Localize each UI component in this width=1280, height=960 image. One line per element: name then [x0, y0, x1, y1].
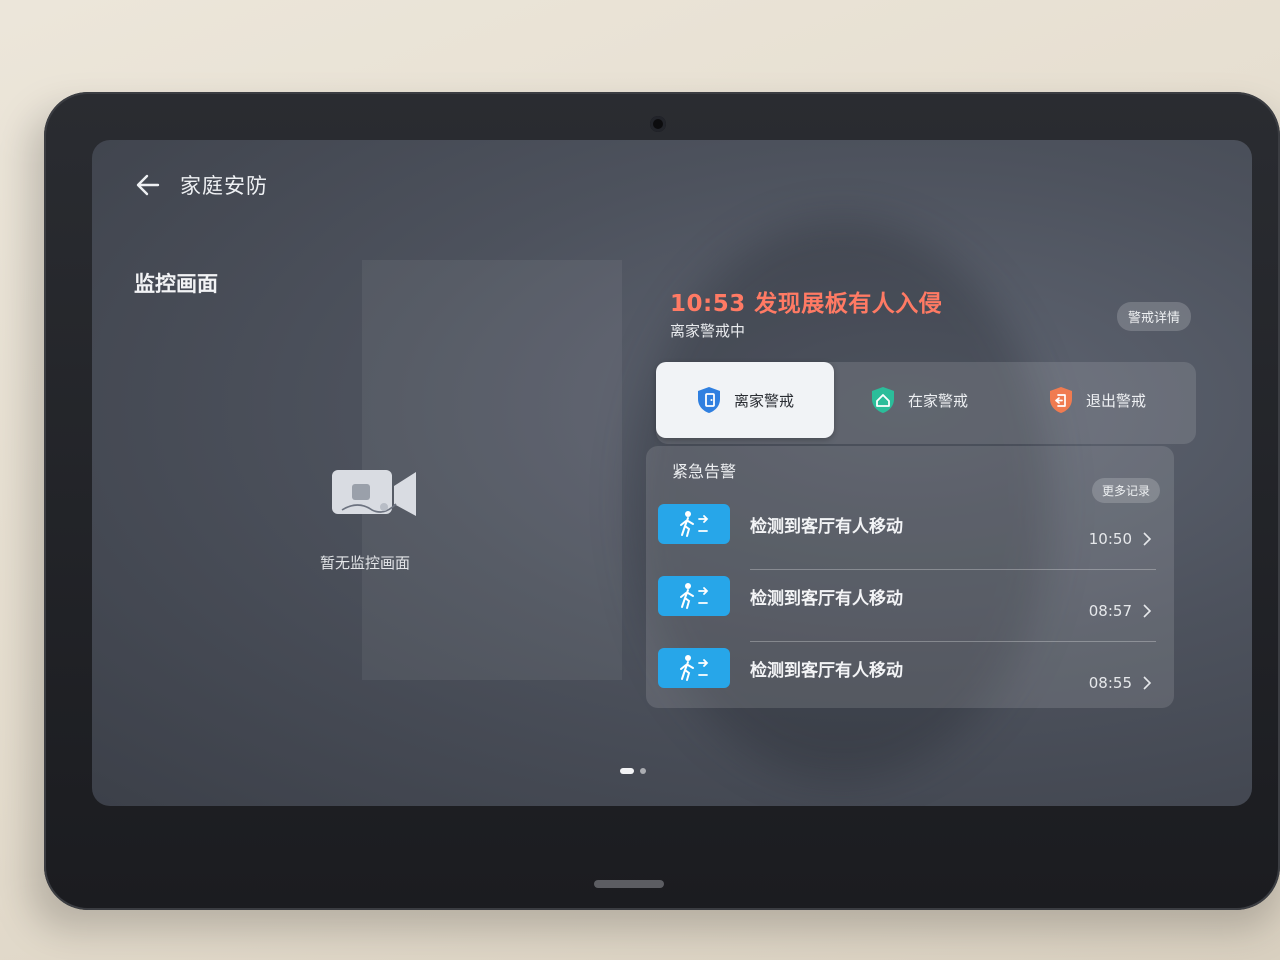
alert-list-item[interactable]: 检测到客厅有人移动 08:57	[658, 570, 1168, 642]
alert-title: 10:53 发现展板有人入侵	[670, 291, 943, 317]
alert-time: 08:57	[1088, 602, 1132, 620]
chevron-right-icon	[1140, 602, 1154, 620]
alert-text: 检测到客厅有人移动	[750, 661, 903, 681]
page-title: 家庭安防	[180, 174, 268, 198]
page-dot-active[interactable]	[620, 768, 634, 774]
page-dot[interactable]	[640, 768, 646, 774]
person-walking-icon	[658, 648, 730, 688]
mode-away-button[interactable]: 离家警戒	[656, 362, 834, 438]
shield-exit-icon	[696, 386, 722, 414]
page-indicator	[620, 768, 646, 774]
top-bar: 家庭安防	[134, 170, 268, 200]
alert-list-item[interactable]: 检测到客厅有人移动 10:50	[658, 498, 1168, 570]
alert-text: 检测到客厅有人移动	[750, 517, 903, 537]
video-camera-off-icon	[324, 460, 424, 530]
alert-time: 10:50	[1088, 530, 1132, 548]
mode-label: 退出警戒	[1086, 391, 1147, 410]
mode-label: 离家警戒	[733, 391, 794, 410]
empty-monitor-text: 暂无监控画面	[320, 554, 411, 572]
arrow-left-icon[interactable]	[134, 171, 162, 199]
chevron-right-icon	[1140, 674, 1154, 692]
shield-home-icon	[870, 386, 896, 414]
mode-home-button[interactable]: 在家警戒	[870, 362, 968, 438]
monitor-section-title: 监控画面	[134, 272, 218, 296]
chevron-right-icon	[1140, 530, 1154, 548]
alert-text: 检测到客厅有人移动	[750, 589, 903, 609]
emergency-alerts-card: 紧急告警 更多记录 检测到客厅有人移动 10:50 检测到客厅有人移动 08:5…	[646, 446, 1174, 708]
mode-label: 在家警戒	[908, 391, 969, 410]
person-walking-icon	[658, 504, 730, 544]
alert-time: 08:55	[1088, 674, 1132, 692]
screen: 家庭安防 监控画面 暂无监控画面 10:53 发现展板有人入侵 离家警戒中 警戒…	[92, 140, 1252, 806]
tablet-port	[594, 880, 664, 888]
alert-list-item[interactable]: 检测到客厅有人移动 08:55	[658, 642, 1168, 714]
alarm-detail-button[interactable]: 警戒详情	[1117, 302, 1192, 331]
emergency-title: 紧急告警	[672, 462, 737, 481]
person-walking-icon	[658, 576, 730, 616]
front-camera	[650, 116, 666, 132]
shield-off-icon	[1048, 386, 1074, 414]
mode-selector: 离家警戒 在家警戒 退出警戒	[656, 362, 1196, 444]
alert-status: 离家警戒中	[670, 322, 746, 340]
mode-disarm-button[interactable]: 退出警戒	[1048, 362, 1146, 438]
